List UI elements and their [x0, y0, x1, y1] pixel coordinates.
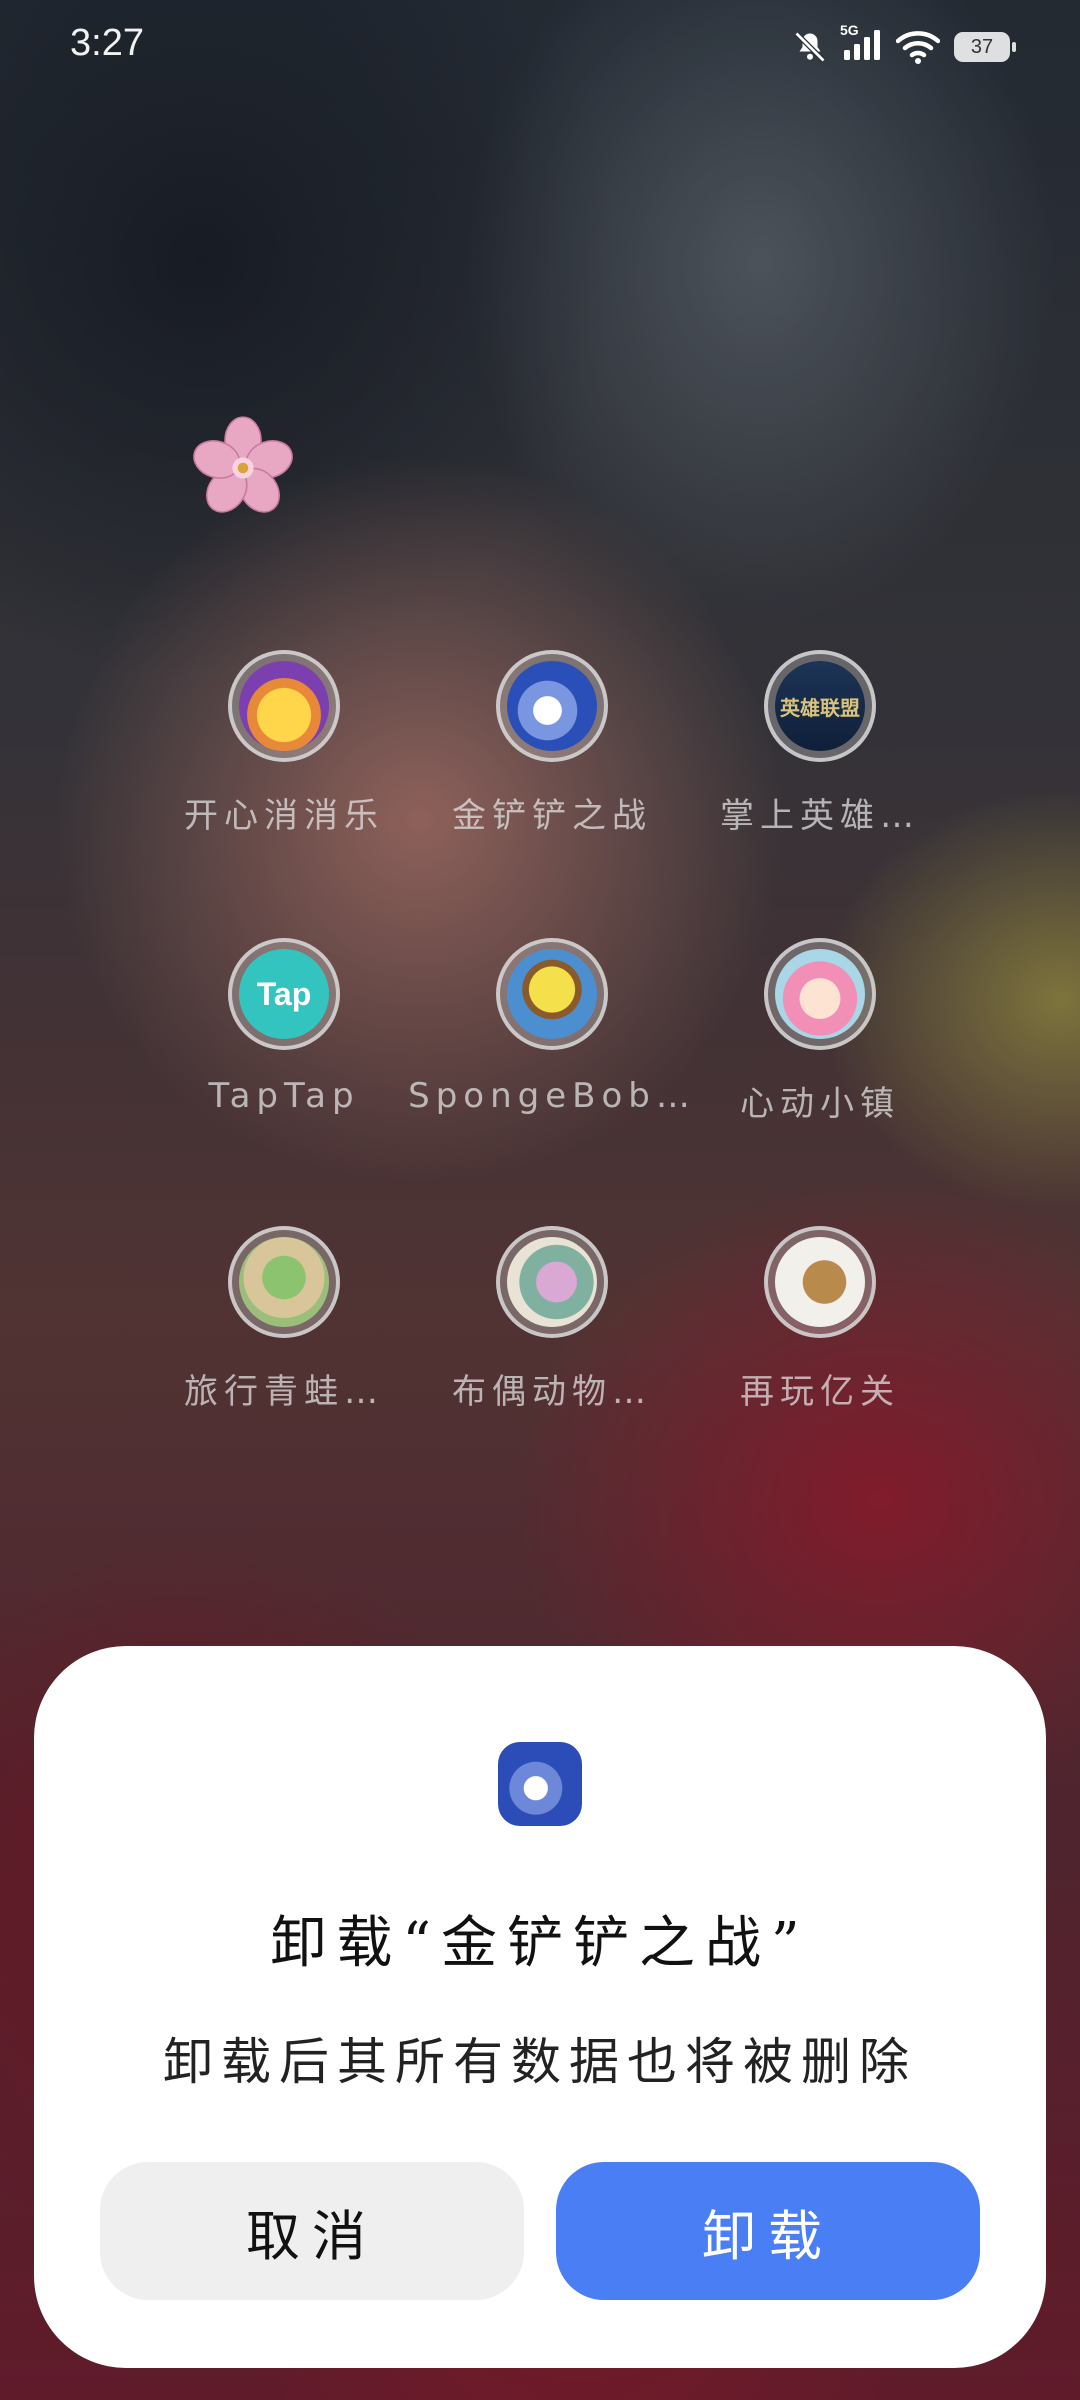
- app-icon-frame: Tap: [228, 938, 340, 1050]
- mole-icon: [775, 1237, 865, 1327]
- dialog-title: 卸载“金铲铲之战”: [270, 1911, 810, 1976]
- app-golden-spatula[interactable]: 金铲铲之战: [418, 650, 686, 938]
- lol-icon: 英雄联盟: [775, 661, 865, 751]
- app-label: 旅行青蛙…: [184, 1372, 384, 1412]
- frog-icon: [239, 1237, 329, 1327]
- app-taptap[interactable]: Tap TapTap: [150, 938, 418, 1226]
- status-time: 3:27: [70, 22, 144, 64]
- taptap-icon: Tap: [239, 949, 329, 1039]
- status-bar: 3:27 5G 37: [0, 0, 1080, 100]
- cancel-button[interactable]: 取消: [100, 2162, 524, 2300]
- app-icon-frame: [496, 650, 608, 762]
- network-type: 5G: [840, 22, 859, 38]
- app-label: 金铲铲之战: [452, 796, 652, 836]
- app-icon-frame: [496, 938, 608, 1050]
- uninstall-button[interactable]: 卸载: [556, 2162, 980, 2300]
- status-icons: 5G 37: [792, 22, 1016, 66]
- app-grid: 开心消消乐 金铲铲之战 英雄联盟 掌上英雄… Tap TapTap Sponge…: [150, 650, 930, 1514]
- app-travel-frog[interactable]: 旅行青蛙…: [150, 1226, 418, 1514]
- app-league-companion[interactable]: 英雄联盟 掌上英雄…: [686, 650, 954, 938]
- uninstall-dialog: 卸载“金铲铲之战” 卸载后其所有数据也将被删除 取消 卸载: [34, 1646, 1046, 2368]
- app-heart-town[interactable]: 心动小镇: [686, 938, 954, 1226]
- battery-level: 37: [970, 35, 994, 58]
- app-label: 布偶动物…: [452, 1372, 652, 1412]
- penguin-app-icon: [498, 1742, 582, 1826]
- app-label: 心动小镇: [740, 1084, 900, 1124]
- signal-icon: 5G: [840, 22, 882, 66]
- app-label: 掌上英雄…: [720, 796, 920, 836]
- spongebob-icon: [507, 949, 597, 1039]
- penguin-icon: [507, 661, 597, 751]
- app-icon-frame: [228, 1226, 340, 1338]
- app-label: 再玩亿关: [740, 1372, 900, 1412]
- wifi-icon: [896, 31, 940, 64]
- battery-icon: 37: [954, 32, 1016, 62]
- home-screen: 3:27 5G 37 开心消消乐 金铲铲之战 英雄联盟 掌上英雄… Tap Ta…: [0, 0, 1080, 2400]
- mute-bell-icon: [794, 31, 826, 63]
- app-plush-animal[interactable]: 布偶动物…: [418, 1226, 686, 1514]
- app-icon-frame: [764, 1226, 876, 1338]
- happy-chick-icon: [239, 661, 329, 751]
- app-label: TapTap: [208, 1076, 360, 1116]
- dialog-message: 卸载后其所有数据也将被删除: [163, 2033, 917, 2091]
- app-happy-elimination[interactable]: 开心消消乐: [150, 650, 418, 938]
- app-icon-frame: 英雄联盟: [764, 650, 876, 762]
- app-play-again[interactable]: 再玩亿关: [686, 1226, 954, 1514]
- app-label: SpongeBob…: [408, 1076, 696, 1116]
- app-icon-frame: [496, 1226, 608, 1338]
- sakura-flower-icon: [193, 416, 293, 513]
- app-label: 开心消消乐: [184, 796, 384, 836]
- app-spongebob[interactable]: SpongeBob…: [408, 938, 690, 1226]
- heart-town-icon: [775, 949, 865, 1039]
- app-icon-frame: [228, 650, 340, 762]
- plush-animal-icon: [507, 1237, 597, 1327]
- app-icon-frame: [764, 938, 876, 1050]
